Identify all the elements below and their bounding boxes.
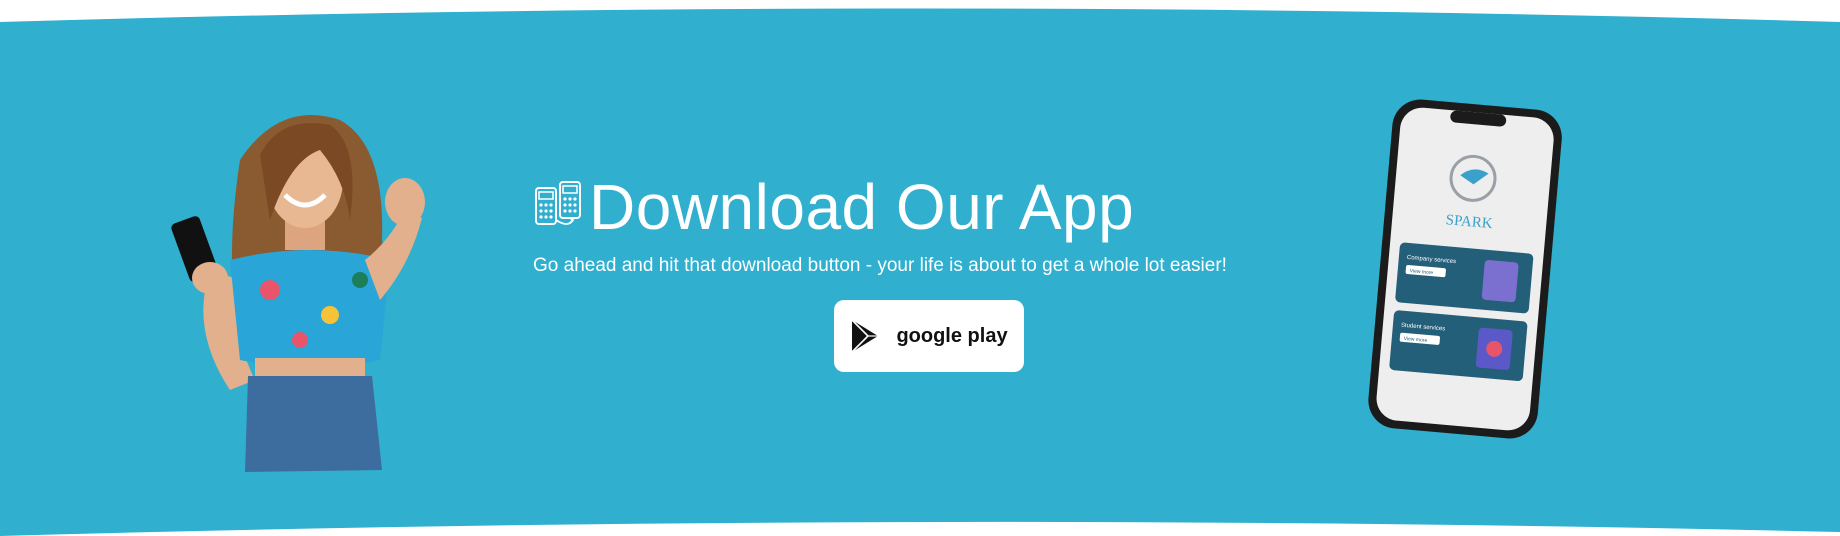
phone-mockup-image: SPARK Company services View more Student… — [1368, 99, 1562, 439]
google-play-button[interactable]: google play — [834, 300, 1024, 372]
download-app-banner: Download Our App Go ahead and hit that d… — [0, 0, 1840, 536]
mobile-payment-icon — [535, 181, 581, 225]
page-title: Download Our App — [589, 171, 1135, 243]
google-play-icon — [851, 319, 879, 353]
woman-with-phone-image — [171, 115, 425, 472]
subtitle: Go ahead and hit that download button - … — [533, 255, 1227, 276]
google-play-label: google play — [896, 324, 1008, 347]
